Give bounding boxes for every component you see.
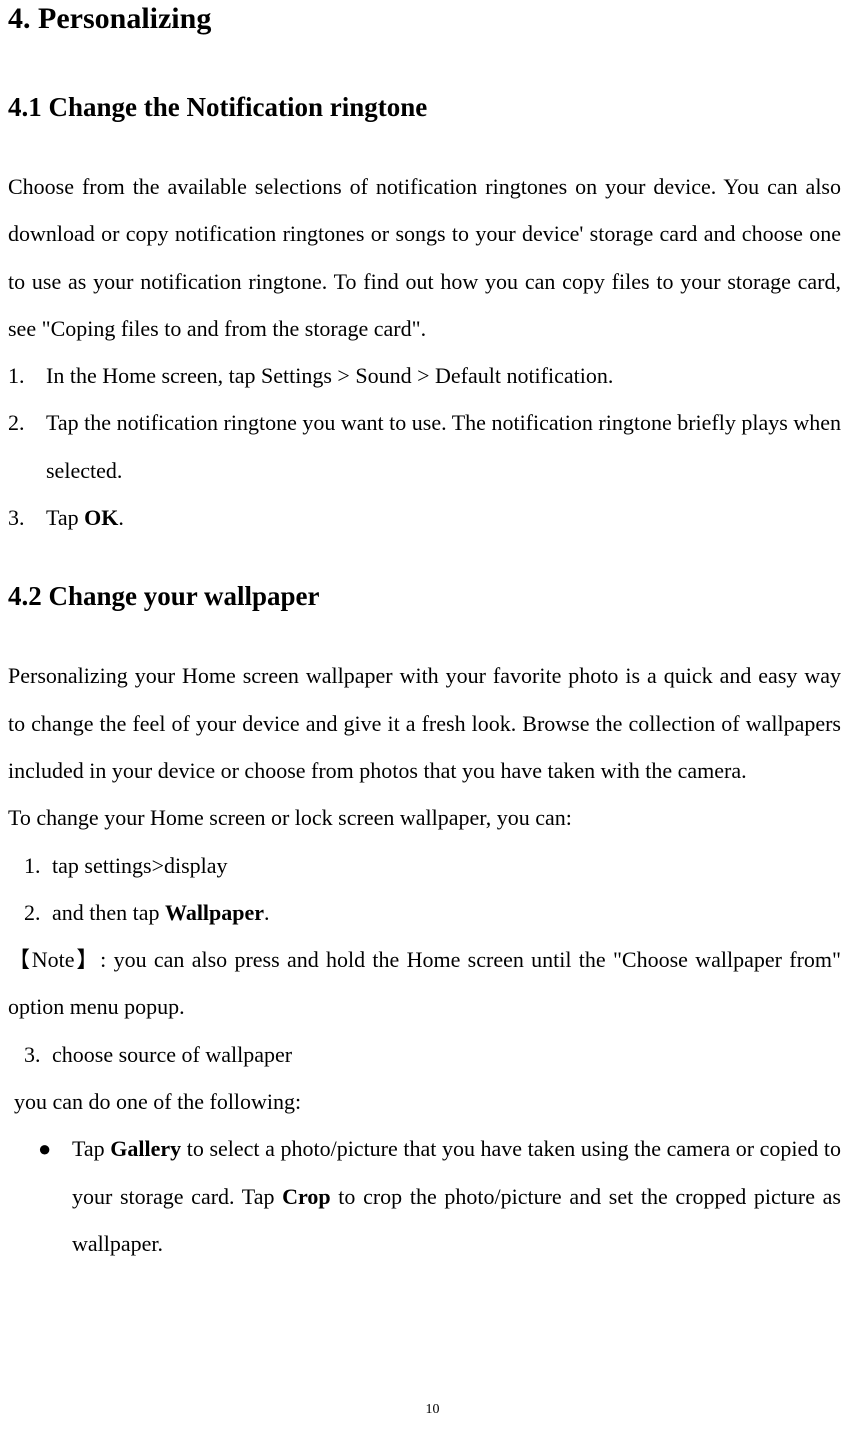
list-number: 2. [8,399,46,494]
list-text: Tap the notification ringtone you want t… [46,399,841,494]
list-number: 1. [8,842,46,889]
list-item: 2. and then tap Wallpaper. [8,889,841,936]
list-item: 3. Tap OK. [8,494,841,541]
section-4-2-heading: 4.2 Change your wallpaper [8,581,841,612]
bullet-text: Tap Gallery to select a photo/picture th… [50,1125,841,1267]
chapter-title: 4. Personalizing [8,2,841,36]
list-number: 3. [8,494,46,541]
list-text: Tap OK. [46,494,841,541]
bullet-item: ● Tap Gallery to select a photo/picture … [8,1125,841,1267]
list-text: and then tap Wallpaper. [46,889,841,936]
list-number: 1. [8,352,46,399]
list-text: tap settings>display [46,842,841,889]
section-4-2-intro: To change your Home screen or lock scree… [8,794,841,841]
list-number: 3. [8,1031,46,1078]
section-4-2-paragraph: Personalizing your Home screen wallpaper… [8,652,841,794]
section-4-1-heading: 4.1 Change the Notification ringtone [8,92,841,123]
list-item: 1. In the Home screen, tap Settings > So… [8,352,841,399]
list-text: In the Home screen, tap Settings > Sound… [46,352,841,399]
note: 【Note】: you can also press and hold the … [8,936,841,1031]
sub-intro: you can do one of the following: [14,1078,841,1125]
list-item: 2. Tap the notification ringtone you wan… [8,399,841,494]
list-number: 2. [8,889,46,936]
page-number: 10 [426,1402,440,1418]
list-text: choose source of wallpaper [46,1031,841,1078]
list-item: 1. tap settings>display [8,842,841,889]
bullet-icon: ● [8,1125,50,1267]
list-item: 3. choose source of wallpaper [8,1031,841,1078]
section-4-1-paragraph: Choose from the available selections of … [8,163,841,352]
